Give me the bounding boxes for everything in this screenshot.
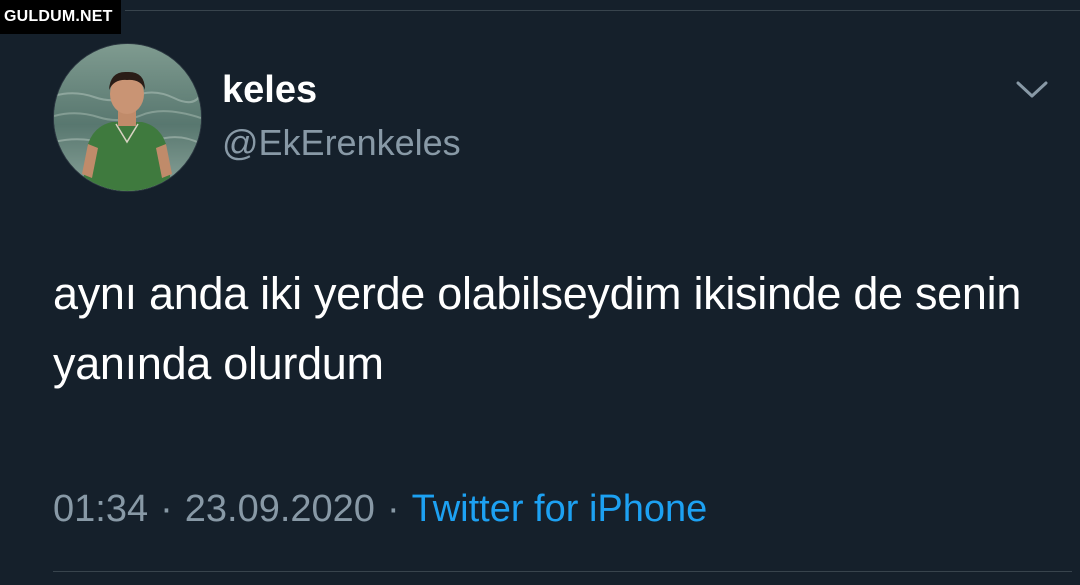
avatar[interactable] <box>53 43 202 192</box>
meta-separator: · <box>386 488 400 530</box>
tweet-text: aynı anda iki yerde olabilseydim ikisind… <box>53 268 1022 389</box>
display-name[interactable]: keles <box>222 68 317 112</box>
top-divider <box>125 10 1080 11</box>
tweet-time[interactable]: 01:34 <box>53 484 148 534</box>
tweet-metadata: 01:34 · 23.09.2020 · Twitter for iPhone <box>53 484 707 534</box>
profile-photo-icon <box>54 44 201 191</box>
bottom-divider <box>53 571 1072 572</box>
site-watermark: GULDUM.NET <box>0 0 121 34</box>
username[interactable]: @EkErenkeles <box>222 121 461 165</box>
tweet-menu-button[interactable] <box>1010 70 1054 110</box>
meta-separator: · <box>160 488 173 530</box>
chevron-down-icon <box>1016 81 1048 98</box>
tweet-source-link[interactable]: Twitter for iPhone <box>412 484 708 534</box>
tweet-date[interactable]: 23.09.2020 <box>185 484 375 534</box>
